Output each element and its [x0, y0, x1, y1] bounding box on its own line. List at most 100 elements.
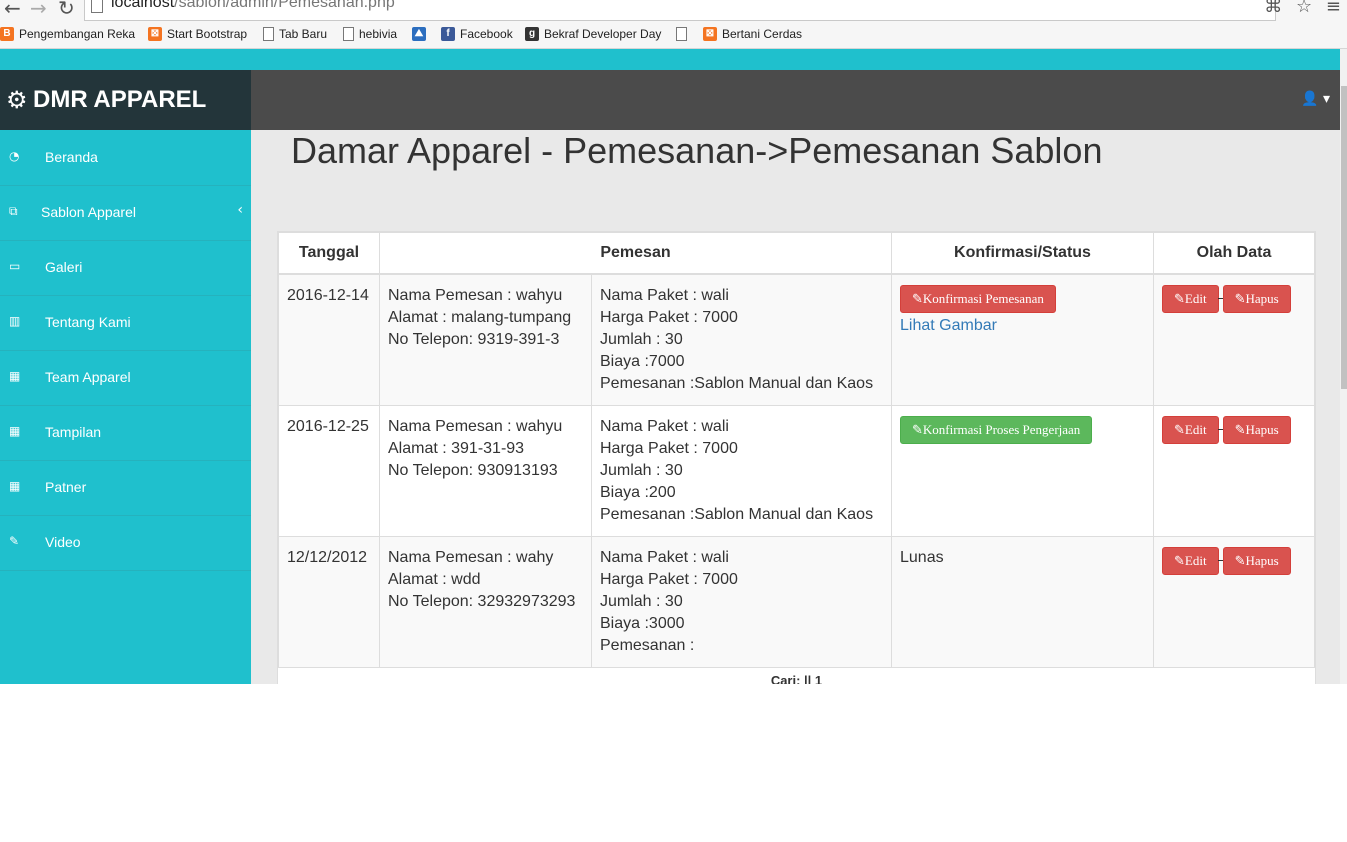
column-header-olah-data[interactable]: Olah Data — [1153, 232, 1315, 275]
bookmark-bertani-cerdas[interactable]: ⊠ Bertani Cerdas — [703, 27, 802, 41]
cell-paket: Nama Paket : wali Harga Paket : 7000 Jum… — [591, 273, 892, 406]
column-header-status[interactable]: Konfirmasi/Status — [891, 232, 1154, 275]
header-strip — [0, 49, 1340, 70]
topbar: 👤 ▾ — [251, 70, 1340, 130]
cell-olah-data: ✎Edit ✎Hapus — [1153, 273, 1315, 406]
browser-toolbar: ← → ↻ localhost/sablon/admin/Pemesanan.p… — [0, 0, 1347, 49]
hapus-button[interactable]: ✎Hapus — [1222, 285, 1291, 313]
bookmark-blank[interactable] — [676, 27, 692, 41]
chevron-left-icon: ‹ — [237, 202, 243, 218]
menu-icon[interactable]: ≡ — [1326, 0, 1341, 17]
table-row: 12/12/2012 Nama Pemesan : wahy Alamat : … — [278, 536, 1315, 668]
bookmark-tab-baru[interactable]: Tab Baru — [263, 27, 327, 41]
back-icon[interactable]: ← — [4, 0, 21, 20]
page-icon — [676, 27, 687, 41]
cell-paket: Nama Paket : wali Harga Paket : 7000 Jum… — [591, 405, 892, 537]
bookmark-pengembangan[interactable]: B Pengembangan Reka — [0, 27, 135, 41]
cell-olah-data: ✎Edit ✎Hapus — [1153, 405, 1315, 537]
bookmark-bekraf[interactable]: g Bekraf Developer Day — [525, 27, 661, 41]
blogger-icon: B — [0, 27, 14, 41]
cell-paket: Nama Paket : wali Harga Paket : 7000 Jum… — [591, 536, 892, 668]
bookmark-hebivia[interactable]: hebivia — [343, 27, 397, 41]
bootstrap-icon: ⊠ — [148, 27, 162, 41]
table-header-row: Tanggal Pemesan Konfirmasi/Status Olah D… — [278, 232, 1315, 275]
column-header-tanggal[interactable]: Tanggal — [278, 232, 380, 275]
cell-status: ✎Konfirmasi Pemesanan Lihat Gambar — [891, 273, 1154, 406]
bookmark-start-bootstrap[interactable]: ⊠ Start Bootstrap — [148, 27, 247, 41]
bar-chart-icon: ▥ — [9, 314, 21, 328]
reload-icon[interactable]: ↻ — [58, 0, 75, 20]
page-icon — [91, 0, 103, 13]
cell-pemesan: Nama Pemesan : wahyu Alamat : malang-tum… — [379, 273, 592, 406]
bekraf-icon: g — [525, 27, 539, 41]
sidebar-item-tentang-kami[interactable]: ▥ Tentang Kami — [0, 295, 251, 351]
sidebar-item-video[interactable]: ✎ Video — [0, 515, 251, 571]
url-text: localhost/sablon/admin/Pemesanan.php — [111, 0, 395, 11]
dashboard-icon: ◔ — [9, 149, 20, 163]
edit-button[interactable]: ✎Edit — [1162, 547, 1219, 575]
hapus-button[interactable]: ✎Hapus — [1222, 416, 1291, 444]
gear-icon: ⚙ — [6, 86, 28, 114]
hapus-button[interactable]: ✎Hapus — [1222, 547, 1291, 575]
grid-icon: ▦ — [9, 479, 21, 493]
sitemap-icon: ⧉ — [9, 204, 18, 218]
desktop-icon: ▭ — [9, 259, 21, 273]
sidebar-item-label: Video — [45, 534, 81, 550]
grid-icon: ▦ — [9, 424, 21, 438]
cell-status: Lunas — [891, 536, 1154, 668]
user-menu-icon[interactable]: 👤 ▾ — [1301, 91, 1330, 107]
sidebar-item-label: Sablon Apparel — [41, 204, 136, 220]
bookmark-facebook[interactable]: f Facebook — [441, 27, 513, 41]
cell-tanggal: 2016-12-14 — [278, 273, 380, 406]
sidebar-item-label: Tentang Kami — [45, 314, 131, 330]
orders-table: Tanggal Pemesan Konfirmasi/Status Olah D… — [278, 232, 1315, 668]
konfirmasi-proses-button[interactable]: ✎Konfirmasi Proses Pengerjaan — [900, 416, 1093, 444]
table-row: 2016-12-25 Nama Pemesan : wahyu Alamat :… — [278, 405, 1315, 537]
table-row: 2016-12-14 Nama Pemesan : wahyu Alamat :… — [278, 273, 1315, 406]
page-icon — [263, 27, 274, 41]
brand-title: DMR APPAREL — [33, 86, 207, 113]
sidebar-item-sablon-apparel[interactable]: ⧉ Sablon Apparel ‹ — [0, 185, 251, 241]
brand[interactable]: ⚙ DMR APPAREL — [0, 70, 251, 130]
bootstrap-icon: ⊠ — [703, 27, 717, 41]
cell-tanggal: 2016-12-25 — [278, 405, 380, 537]
mountain-icon: ⛰ — [412, 27, 426, 41]
sidebar-item-tampilan[interactable]: ▦ Tampilan — [0, 405, 251, 461]
address-bar[interactable]: localhost/sablon/admin/Pemesanan.php — [84, 0, 1276, 21]
cell-tanggal: 12/12/2012 — [278, 536, 380, 668]
status-text: Lunas — [900, 549, 944, 566]
cell-olah-data: ✎Edit ✎Hapus — [1153, 536, 1315, 668]
sidebar-item-galeri[interactable]: ▭ Galeri — [0, 240, 251, 296]
page-title: Damar Apparel - Pemesanan->Pemesanan Sab… — [291, 130, 1103, 171]
translate-icon[interactable]: ⌘ — [1264, 0, 1282, 17]
sidebar-item-label: Tampilan — [45, 424, 102, 440]
cell-status: ✎Konfirmasi Proses Pengerjaan — [891, 405, 1154, 537]
sidebar-item-label: Team Apparel — [45, 369, 131, 385]
main-content: Damar Apparel - Pemesanan->Pemesanan Sab… — [251, 130, 1340, 684]
page-icon — [343, 27, 354, 41]
forward-icon[interactable]: → — [30, 0, 47, 20]
bookmark-mountain[interactable]: ⛰ — [412, 27, 431, 41]
pagination[interactable]: Cari: || 1 — [278, 673, 1315, 684]
lihat-gambar-link[interactable]: Lihat Gambar — [900, 315, 1145, 337]
grid-icon: ▦ — [9, 369, 21, 383]
cell-pemesan: Nama Pemesan : wahy Alamat : wdd No Tele… — [379, 536, 592, 668]
bookmarks-bar: B Pengembangan Reka ⊠ Start Bootstrap Tab … — [0, 24, 1347, 46]
sidebar-item-label: Galeri — [45, 259, 83, 275]
konfirmasi-pemesanan-button[interactable]: ✎Konfirmasi Pemesanan — [900, 285, 1056, 313]
sidebar-item-label: Beranda — [45, 149, 98, 165]
edit-button[interactable]: ✎Edit — [1162, 416, 1219, 444]
column-header-pemesan[interactable]: Pemesan — [379, 232, 892, 275]
star-icon[interactable]: ☆ — [1296, 0, 1312, 17]
sidebar-item-label: Patner — [45, 479, 87, 495]
cell-pemesan: Nama Pemesan : wahyu Alamat : 391-31-93 … — [379, 405, 592, 537]
sidebar: ◔ Beranda ⧉ Sablon Apparel ‹ ▭ Galeri ▥ Tenta… — [0, 130, 251, 684]
sidebar-item-team-apparel[interactable]: ▦ Team Apparel — [0, 350, 251, 406]
edit-button[interactable]: ✎Edit — [1162, 285, 1219, 313]
sidebar-item-patner[interactable]: ▦ Patner — [0, 460, 251, 516]
scrollbar-thumb[interactable] — [1341, 86, 1347, 389]
edit-icon: ✎ — [9, 534, 20, 548]
facebook-icon: f — [441, 27, 455, 41]
sidebar-item-beranda[interactable]: ◔ Beranda — [0, 130, 251, 186]
orders-panel: Tanggal Pemesan Konfirmasi/Status Olah D… — [277, 231, 1316, 684]
